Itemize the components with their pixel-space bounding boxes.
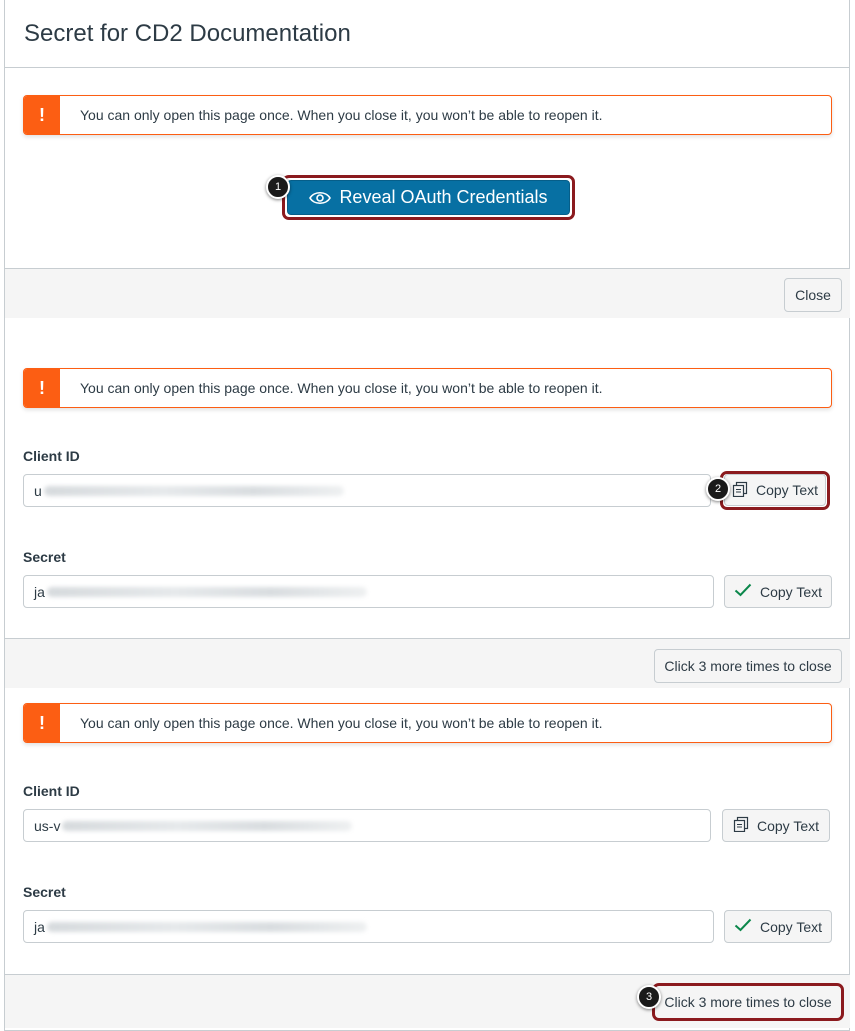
copy-secret-button[interactable]: Copy Text <box>724 575 832 608</box>
alert-text: You can only open this page once. When y… <box>80 715 603 731</box>
exclamation-icon: ! <box>24 96 60 134</box>
reveal-label: Reveal OAuth Credentials <box>339 187 548 207</box>
exclamation-icon: ! <box>24 704 60 742</box>
client-id-field[interactable]: us-v <box>23 809 711 842</box>
reveal-credentials-button[interactable]: Reveal OAuth Credentials <box>287 180 570 215</box>
secret-field[interactable]: ja <box>23 910 714 943</box>
copy-client-id-button[interactable]: Copy Text <box>724 474 826 506</box>
callout-3: 3 <box>637 985 661 1009</box>
secret-value: ja <box>34 583 45 600</box>
title-divider <box>5 67 850 68</box>
redacted-value <box>62 820 353 831</box>
secret-label: Secret <box>23 549 66 565</box>
callout-2: 2 <box>706 477 730 501</box>
dialog-title: Secret for CD2 Documentation <box>24 20 351 47</box>
dialog-footer <box>5 268 850 318</box>
copy-label: Copy Text <box>760 583 822 600</box>
exclamation-icon: ! <box>24 369 60 407</box>
callout-1: 1 <box>266 175 290 199</box>
copy-client-id-button[interactable]: Copy Text <box>722 809 830 842</box>
client-id-label: Client ID <box>23 783 80 799</box>
close-button[interactable]: Close <box>784 278 842 312</box>
redacted-value <box>46 921 367 932</box>
close-button[interactable]: Click 3 more times to close <box>656 986 840 1018</box>
client-id-value: u <box>34 482 42 499</box>
dialog-frame <box>4 0 850 1031</box>
close-button[interactable]: Click 3 more times to close <box>654 649 842 683</box>
client-id-value: us-v <box>34 817 61 834</box>
eye-icon <box>309 191 332 205</box>
copy-label: Copy Text <box>756 482 818 498</box>
secret-field[interactable]: ja <box>23 575 714 608</box>
copy-label: Copy Text <box>760 918 822 935</box>
redacted-value <box>46 586 367 597</box>
copy-secret-button[interactable]: Copy Text <box>724 910 832 943</box>
copy-icon <box>733 816 749 835</box>
alert-text: You can only open this page once. When y… <box>80 107 603 123</box>
redacted-value <box>43 485 344 496</box>
warning-alert: ! You can only open this page once. When… <box>23 368 832 408</box>
secret-value: ja <box>34 918 45 935</box>
copy-label: Copy Text <box>757 817 819 834</box>
reveal-highlight: Reveal OAuth Credentials <box>282 175 575 220</box>
secret-label: Secret <box>23 884 66 900</box>
client-id-field[interactable]: u <box>23 474 711 507</box>
checkmark-icon <box>734 583 752 600</box>
warning-alert: ! You can only open this page once. When… <box>23 95 832 135</box>
alert-text: You can only open this page once. When y… <box>80 380 603 396</box>
client-id-label: Client ID <box>23 448 80 464</box>
checkmark-icon <box>734 918 752 935</box>
warning-alert: ! You can only open this page once. When… <box>23 703 832 743</box>
copy-icon <box>732 481 748 500</box>
